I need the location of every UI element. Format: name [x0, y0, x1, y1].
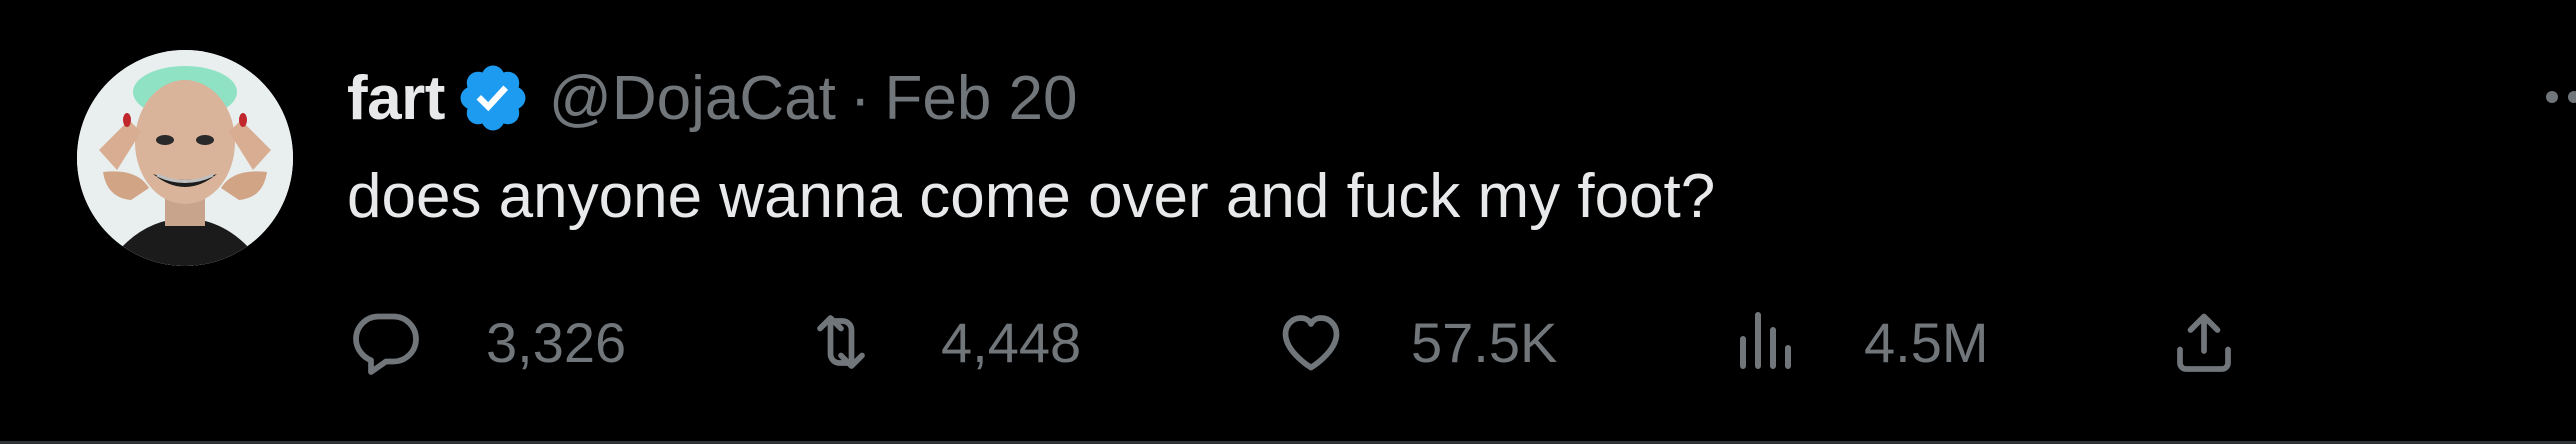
avatar-image: [77, 50, 293, 266]
separator-dot: ·: [849, 63, 871, 133]
retweet-button[interactable]: 4,448: [805, 300, 1081, 384]
views-icon: [1740, 312, 1791, 369]
avatar[interactable]: [77, 50, 293, 266]
tweet-text: does anyone wanna come over and fuck my …: [347, 162, 1716, 231]
retweet-icon: [817, 315, 865, 369]
verified-badge-icon[interactable]: [455, 60, 531, 136]
tweet[interactable]: fart @DojaCat · Feb 20 does anyone wanna…: [0, 0, 2576, 444]
views-button[interactable]: 4.5M: [1728, 300, 1989, 384]
display-name[interactable]: fart: [347, 63, 445, 134]
tweet-header: fart @DojaCat · Feb 20: [347, 58, 1078, 138]
action-bar: 3,326 4,448 57.5K 4.5M: [350, 300, 2576, 384]
handle[interactable]: @DojaCat: [549, 63, 836, 134]
share-icon: [2177, 313, 2231, 372]
timestamp[interactable]: Feb 20: [885, 63, 1078, 134]
heart-icon: [1282, 315, 1340, 371]
views-count: 4.5M: [1864, 310, 1989, 374]
retweet-count: 4,448: [941, 310, 1082, 374]
reply-button[interactable]: 3,326: [350, 300, 626, 384]
reply-count: 3,326: [486, 310, 627, 374]
share-button[interactable]: [2168, 300, 2240, 384]
like-count: 57.5K: [1411, 310, 1558, 374]
more-horizontal-icon[interactable]: [2540, 72, 2576, 122]
reply-icon: [353, 313, 419, 375]
like-button[interactable]: 57.5K: [1275, 300, 1557, 384]
